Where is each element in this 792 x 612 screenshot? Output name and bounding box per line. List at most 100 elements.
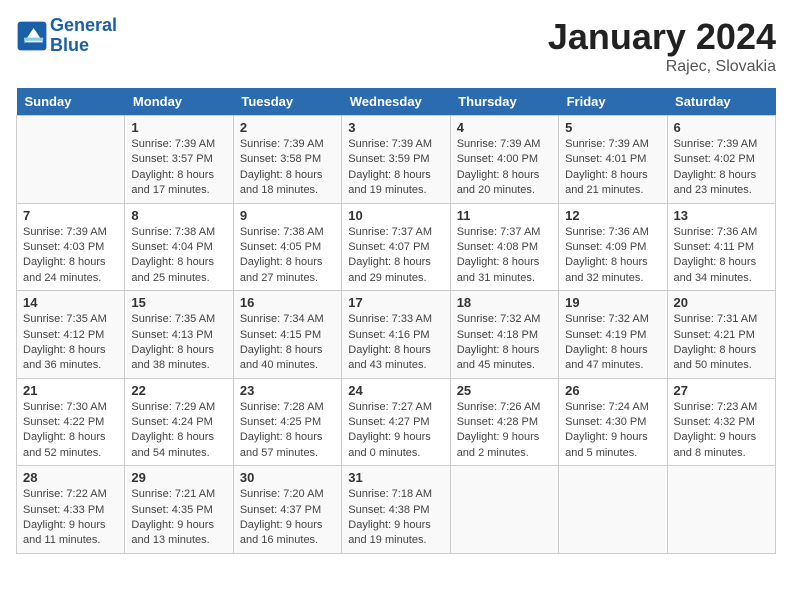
day-info: Sunrise: 7:36 AMSunset: 4:09 PMDaylight:… [565,225,660,287]
day-number: 17 [348,295,443,310]
day-number: 23 [240,383,335,398]
page-header: General Blue January 2024 Rajec, Slovaki… [16,16,776,76]
day-info: Sunrise: 7:36 AMSunset: 4:11 PMDaylight:… [674,225,769,287]
calendar-cell: 10 Sunrise: 7:37 AMSunset: 4:07 PMDayligh… [342,203,450,291]
day-info: Sunrise: 7:33 AMSunset: 4:16 PMDaylight:… [348,312,443,374]
day-info: Sunrise: 7:39 AMSunset: 4:00 PMDaylight:… [457,137,552,199]
day-number: 1 [131,120,226,135]
calendar-cell [450,466,558,554]
day-info: Sunrise: 7:18 AMSunset: 4:38 PMDaylight:… [348,487,443,549]
day-number: 27 [674,383,769,398]
day-number: 3 [348,120,443,135]
weekday-header: Sunday [17,88,125,116]
logo-line1: General [50,15,117,35]
day-info: Sunrise: 7:34 AMSunset: 4:15 PMDaylight:… [240,312,335,374]
day-info: Sunrise: 7:35 AMSunset: 4:12 PMDaylight:… [23,312,118,374]
calendar-cell: 22 Sunrise: 7:29 AMSunset: 4:24 PMDayligh… [125,378,233,466]
day-info: Sunrise: 7:23 AMSunset: 4:32 PMDaylight:… [674,400,769,462]
day-number: 6 [674,120,769,135]
day-info: Sunrise: 7:26 AMSunset: 4:28 PMDaylight:… [457,400,552,462]
day-number: 12 [565,208,660,223]
calendar-cell [17,116,125,204]
day-number: 9 [240,208,335,223]
day-number: 21 [23,383,118,398]
calendar-cell: 26 Sunrise: 7:24 AMSunset: 4:30 PMDayligh… [559,378,667,466]
day-number: 10 [348,208,443,223]
calendar-cell: 17 Sunrise: 7:33 AMSunset: 4:16 PMDayligh… [342,291,450,379]
day-info: Sunrise: 7:31 AMSunset: 4:21 PMDaylight:… [674,312,769,374]
day-number: 19 [565,295,660,310]
day-number: 30 [240,470,335,485]
day-number: 28 [23,470,118,485]
day-number: 7 [23,208,118,223]
day-info: Sunrise: 7:35 AMSunset: 4:13 PMDaylight:… [131,312,226,374]
calendar-cell [667,466,775,554]
calendar-table: SundayMondayTuesdayWednesdayThursdayFrid… [16,88,776,554]
day-info: Sunrise: 7:20 AMSunset: 4:37 PMDaylight:… [240,487,335,549]
day-info: Sunrise: 7:38 AMSunset: 4:05 PMDaylight:… [240,225,335,287]
day-info: Sunrise: 7:39 AMSunset: 3:57 PMDaylight:… [131,137,226,199]
day-number: 31 [348,470,443,485]
logo-icon [16,20,48,52]
day-info: Sunrise: 7:29 AMSunset: 4:24 PMDaylight:… [131,400,226,462]
calendar-cell: 31 Sunrise: 7:18 AMSunset: 4:38 PMDayligh… [342,466,450,554]
day-info: Sunrise: 7:37 AMSunset: 4:07 PMDaylight:… [348,225,443,287]
day-info: Sunrise: 7:37 AMSunset: 4:08 PMDaylight:… [457,225,552,287]
calendar-cell [559,466,667,554]
calendar-week-row: 1 Sunrise: 7:39 AMSunset: 3:57 PMDaylight… [17,116,776,204]
calendar-cell: 30 Sunrise: 7:20 AMSunset: 4:37 PMDayligh… [233,466,341,554]
logo: General Blue [16,16,117,56]
day-number: 11 [457,208,552,223]
title-block: January 2024 Rajec, Slovakia [548,16,776,76]
calendar-header-row: SundayMondayTuesdayWednesdayThursdayFrid… [17,88,776,116]
calendar-cell: 25Sunrise: 7:26 AMSunset: 4:28 PMDayligh… [450,378,558,466]
calendar-body: 1 Sunrise: 7:39 AMSunset: 3:57 PMDaylight… [17,116,776,554]
calendar-cell: 13 Sunrise: 7:36 AMSunset: 4:11 PMDayligh… [667,203,775,291]
location: Rajec, Slovakia [548,58,776,76]
weekday-header: Saturday [667,88,775,116]
day-number: 16 [240,295,335,310]
day-number: 5 [565,120,660,135]
calendar-cell: 8Sunrise: 7:38 AMSunset: 4:04 PMDaylight… [125,203,233,291]
day-number: 20 [674,295,769,310]
weekday-header: Tuesday [233,88,341,116]
calendar-cell: 24 Sunrise: 7:27 AMSunset: 4:27 PMDayligh… [342,378,450,466]
day-info: Sunrise: 7:39 AMSunset: 4:02 PMDaylight:… [674,137,769,199]
day-info: Sunrise: 7:27 AMSunset: 4:27 PMDaylight:… [348,400,443,462]
logo-text: General Blue [50,16,117,56]
calendar-week-row: 28 Sunrise: 7:22 AMSunset: 4:33 PMDayligh… [17,466,776,554]
calendar-week-row: 7Sunrise: 7:39 AMSunset: 4:03 PMDaylight… [17,203,776,291]
calendar-cell: 28 Sunrise: 7:22 AMSunset: 4:33 PMDayligh… [17,466,125,554]
day-number: 2 [240,120,335,135]
day-number: 24 [348,383,443,398]
day-info: Sunrise: 7:22 AMSunset: 4:33 PMDaylight:… [23,487,118,549]
day-info: Sunrise: 7:28 AMSunset: 4:25 PMDaylight:… [240,400,335,462]
calendar-cell: 1 Sunrise: 7:39 AMSunset: 3:57 PMDaylight… [125,116,233,204]
day-number: 15 [131,295,226,310]
day-number: 22 [131,383,226,398]
day-number: 29 [131,470,226,485]
weekday-header: Monday [125,88,233,116]
day-info: Sunrise: 7:39 AMSunset: 4:01 PMDaylight:… [565,137,660,199]
calendar-cell: 11 Sunrise: 7:37 AMSunset: 4:08 PMDayligh… [450,203,558,291]
calendar-week-row: 21Sunrise: 7:30 AMSunset: 4:22 PMDayligh… [17,378,776,466]
calendar-cell: 16 Sunrise: 7:34 AMSunset: 4:15 PMDayligh… [233,291,341,379]
day-info: Sunrise: 7:39 AMSunset: 3:59 PMDaylight:… [348,137,443,199]
calendar-cell: 7Sunrise: 7:39 AMSunset: 4:03 PMDaylight… [17,203,125,291]
weekday-header: Wednesday [342,88,450,116]
calendar-cell: 15 Sunrise: 7:35 AMSunset: 4:13 PMDayligh… [125,291,233,379]
calendar-cell: 4Sunrise: 7:39 AMSunset: 4:00 PMDaylight… [450,116,558,204]
calendar-cell: 20 Sunrise: 7:31 AMSunset: 4:21 PMDayligh… [667,291,775,379]
day-number: 13 [674,208,769,223]
day-info: Sunrise: 7:32 AMSunset: 4:19 PMDaylight:… [565,312,660,374]
day-number: 26 [565,383,660,398]
calendar-cell: 6 Sunrise: 7:39 AMSunset: 4:02 PMDaylight… [667,116,775,204]
day-info: Sunrise: 7:24 AMSunset: 4:30 PMDaylight:… [565,400,660,462]
calendar-cell: 19 Sunrise: 7:32 AMSunset: 4:19 PMDayligh… [559,291,667,379]
calendar-cell: 12 Sunrise: 7:36 AMSunset: 4:09 PMDayligh… [559,203,667,291]
calendar-cell: 27 Sunrise: 7:23 AMSunset: 4:32 PMDayligh… [667,378,775,466]
calendar-cell: 29Sunrise: 7:21 AMSunset: 4:35 PMDayligh… [125,466,233,554]
weekday-header: Thursday [450,88,558,116]
weekday-header: Friday [559,88,667,116]
day-info: Sunrise: 7:32 AMSunset: 4:18 PMDaylight:… [457,312,552,374]
